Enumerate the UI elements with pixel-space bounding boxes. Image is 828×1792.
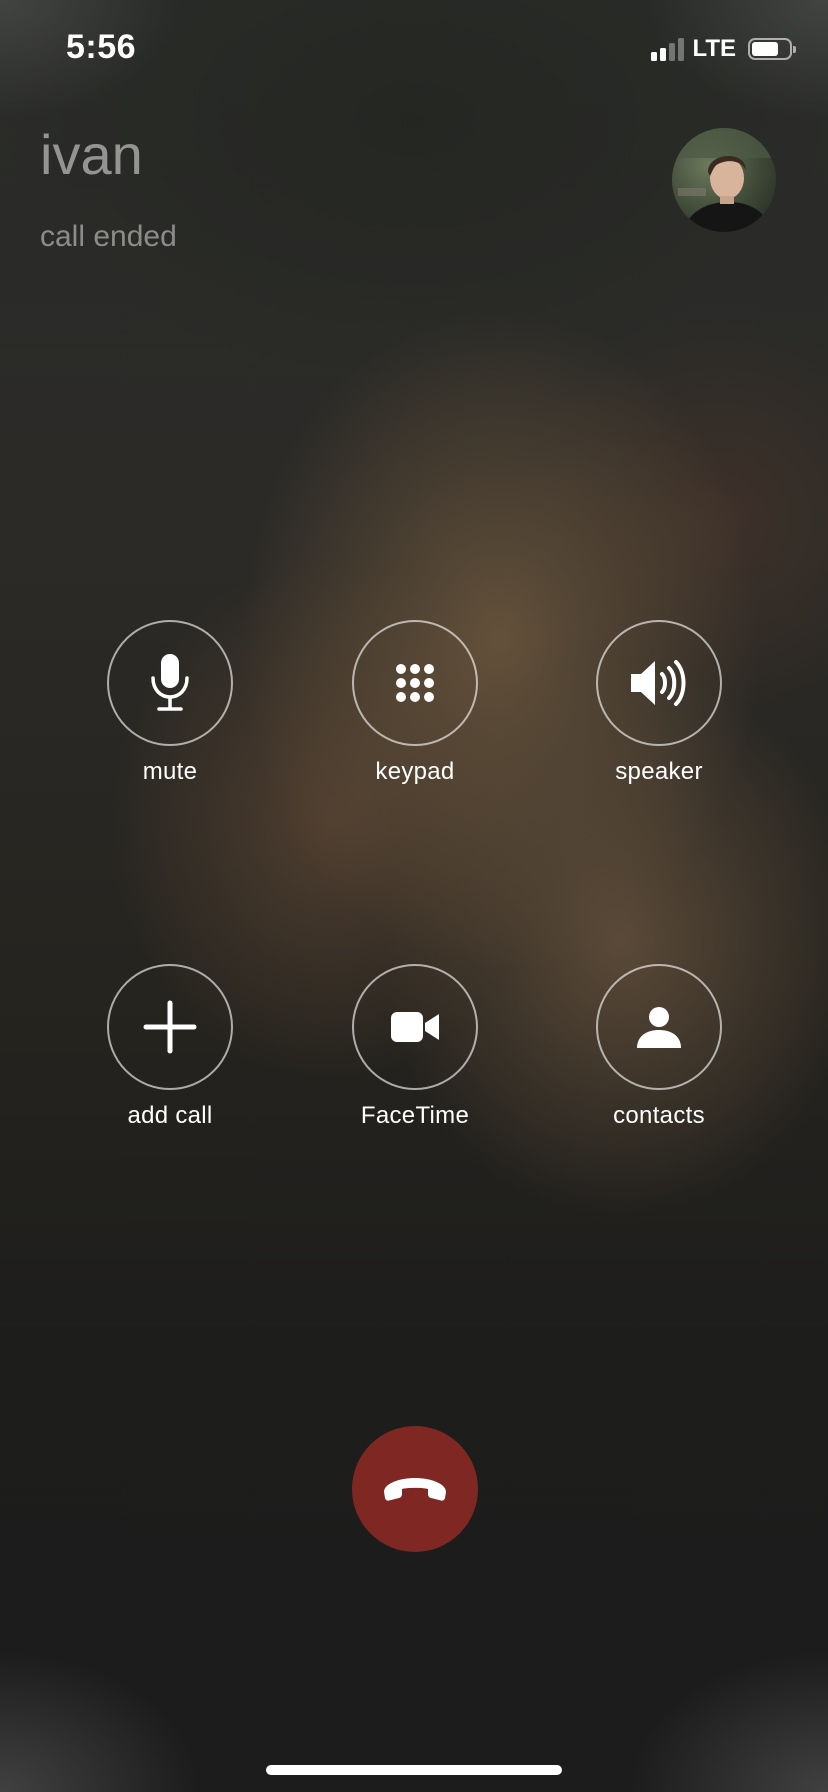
contact-photo-icon [672,128,776,232]
status-time: 5:56 [66,28,137,66]
contacts-control[interactable]: contacts [559,964,759,1130]
mute-button[interactable] [107,620,233,746]
speaker-label: speaker [615,758,703,785]
speaker-button[interactable] [596,620,722,746]
cellular-signal-icon [651,37,685,61]
contacts-button[interactable] [596,964,722,1090]
facetime-control[interactable]: FaceTime [315,964,515,1130]
add-call-button[interactable] [107,964,233,1090]
call-status: call ended [40,220,177,253]
plus-icon [143,1000,197,1054]
battery-icon [748,38,796,60]
add-call-control[interactable]: add call [70,964,270,1130]
home-indicator[interactable] [266,1765,562,1775]
mute-label: mute [142,758,198,785]
facetime-label: FaceTime [360,1102,470,1129]
video-camera-icon [391,1012,439,1042]
speaker-icon [631,660,686,706]
microphone-icon [151,654,189,711]
keypad-icon [396,664,434,702]
call-screen: 5:56 LTE ivan call ended mute keypad spe… [0,0,828,1792]
facetime-button[interactable] [352,964,478,1090]
caller-name: ivan [40,123,143,186]
person-icon [637,1007,681,1048]
keypad-button[interactable] [352,620,478,746]
status-indicators: LTE [651,34,796,64]
speaker-control[interactable]: speaker [559,620,759,786]
keypad-control[interactable]: keypad [315,620,515,786]
add-call-label: add call [127,1102,213,1129]
contacts-label: contacts [613,1102,705,1129]
mute-control[interactable]: mute [70,620,270,786]
network-type: LTE [692,35,736,62]
end-call-button[interactable] [352,1426,478,1552]
caller-avatar[interactable] [672,128,776,232]
keypad-label: keypad [375,758,455,785]
phone-hangup-icon [384,1478,446,1501]
